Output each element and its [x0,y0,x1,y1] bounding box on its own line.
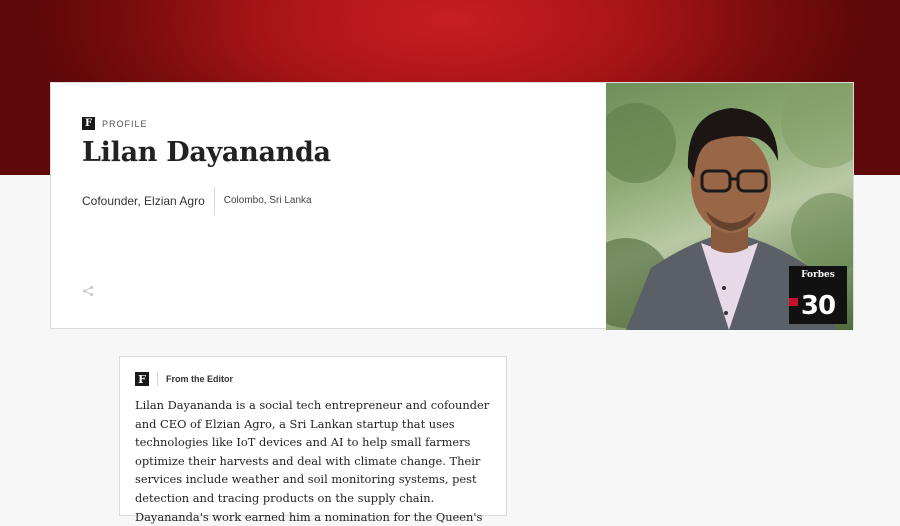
share-icon[interactable] [82,285,94,297]
section-label: PROFILE [102,118,148,129]
profile-label-row: F PROFILE [82,117,148,130]
editor-card: F From the Editor Lilan Dayananda is a s… [119,356,507,524]
editor-bio-text: Lilan Dayananda is a social tech entrepr… [135,398,490,524]
profile-card: F PROFILE Lilan Dayananda Cofounder, Elz… [50,82,854,330]
forbes-30-badge: Forbes 30 [789,266,847,324]
forbes-f-logo: F [82,117,95,130]
editor-label: From the Editor [166,374,233,384]
profile-meta: Cofounder, Elzian Agro Colombo, Sri Lank… [82,187,312,215]
profile-location: Colombo, Sri Lanka [223,195,312,206]
editor-f-logo: F [135,372,149,386]
badge-brand: Forbes [801,270,835,280]
editor-divider [157,372,158,386]
profile-title: Cofounder, Elzian Agro [82,194,205,208]
editor-header: F From the Editor [135,372,233,386]
profile-photo: Forbes 30 [606,83,853,330]
profile-name: Lilan Dayananda [82,137,331,168]
badge-number: 30 [800,291,836,321]
